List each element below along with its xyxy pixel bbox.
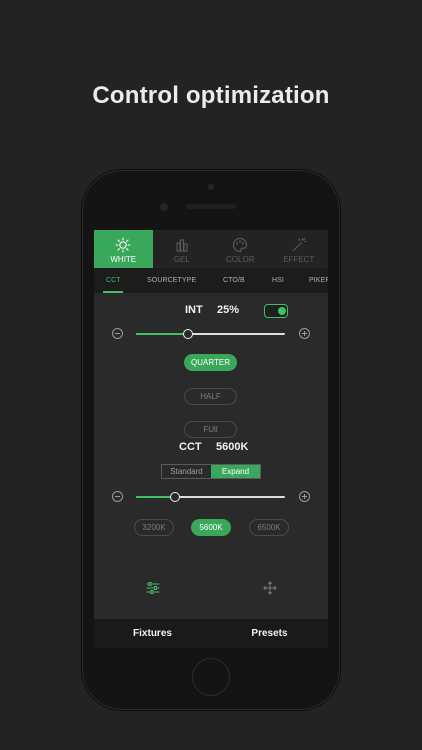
tab-gel[interactable]: GEL [153, 230, 212, 268]
cct-increase-icon[interactable] [299, 491, 310, 502]
tab-white-label: WHITE [110, 254, 137, 264]
preset-full-button[interactable]: FUll [184, 421, 237, 438]
move-arrows-icon[interactable] [263, 581, 277, 595]
tab-color[interactable]: COLOR [211, 230, 270, 268]
control-panel: INT 25% QUARTER HALF FUll CCT 5600K Stan… [94, 293, 328, 619]
magic-wand-icon [292, 237, 306, 251]
subtab-cct[interactable]: CCT [106, 268, 121, 293]
int-slider-thumb[interactable] [183, 329, 194, 339]
int-increase-icon[interactable] [299, 328, 310, 339]
toggle-knob [277, 306, 286, 315]
cct-decrease-icon[interactable] [112, 491, 123, 502]
cct-slider-thumb[interactable] [169, 492, 180, 502]
int-value: 25% [217, 304, 240, 316]
subtab-cto-b[interactable]: CTO/B [223, 268, 245, 293]
tab-gel-label: GEL [173, 254, 190, 264]
preset-quarter-button[interactable]: QUARTER [184, 354, 237, 371]
int-decrease-icon[interactable] [112, 328, 123, 339]
cct-value: 5600K [216, 441, 249, 453]
cct-slider-fill [136, 496, 175, 498]
palette-icon [233, 237, 248, 252]
subtab-piker[interactable]: PIKER [309, 268, 328, 293]
bottom-nav: Fixtures Presets [94, 619, 328, 648]
sun-icon [115, 236, 131, 253]
cct-preset-3200k[interactable]: 3200K [134, 519, 174, 536]
phone-frame: WHITE GEL COLOR EFFECT CCT SOURCETYPE CT… [82, 170, 340, 710]
cct-mode-standard[interactable]: Standard [162, 465, 211, 478]
cct-mode-expand[interactable]: Expand [211, 465, 260, 478]
cct-preset-6500k[interactable]: 6500K [249, 519, 289, 536]
int-slider-fill [136, 333, 189, 335]
nav-fixtures[interactable]: Fixtures [94, 619, 211, 648]
cct-preset-5600k[interactable]: 5600K [191, 519, 231, 536]
phone-sensor [208, 184, 214, 190]
front-camera [160, 203, 168, 211]
int-label: INT [185, 304, 203, 316]
tab-color-label: COLOR [226, 254, 255, 264]
home-button[interactable] [192, 658, 230, 696]
cct-mode-segmented: Standard Expand [161, 464, 261, 479]
tab-effect-label: EFFECT [283, 254, 315, 264]
tab-effect[interactable]: EFFECT [270, 230, 329, 268]
app-screen: WHITE GEL COLOR EFFECT CCT SOURCETYPE CT… [94, 230, 328, 648]
sub-tabs: CCT SOURCETYPE CTO/B HSI PIKER [94, 268, 328, 293]
gel-icon [176, 238, 188, 252]
mode-tabs: WHITE GEL COLOR EFFECT [94, 230, 328, 268]
cct-label: CCT [179, 441, 202, 453]
subtab-sourcetype[interactable]: SOURCETYPE [147, 268, 196, 293]
cct-slider-track[interactable] [136, 496, 285, 498]
tab-white[interactable]: WHITE [94, 230, 153, 268]
intensity-toggle[interactable] [264, 304, 288, 318]
headline: Control optimization [92, 82, 330, 109]
earpiece [186, 204, 236, 209]
int-slider-track[interactable] [136, 333, 285, 335]
preset-half-button[interactable]: HALF [184, 388, 237, 405]
mode-icons-row [94, 572, 328, 604]
subtab-hsi[interactable]: HSI [272, 268, 284, 293]
sliders-icon[interactable] [146, 582, 160, 594]
nav-presets[interactable]: Presets [211, 619, 328, 648]
